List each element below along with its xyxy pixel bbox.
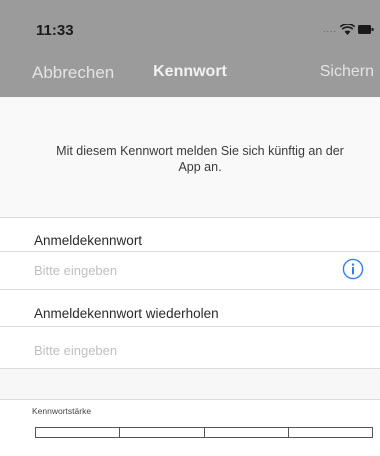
divider — [0, 251, 380, 252]
strength-label: Kennwortstärke — [32, 406, 92, 416]
battery-icon — [358, 24, 374, 34]
strength-segment — [205, 428, 289, 437]
password-input[interactable] — [34, 258, 354, 282]
divider — [0, 326, 380, 327]
save-button[interactable]: Sichern — [320, 63, 374, 81]
strength-segment — [289, 428, 372, 437]
signal-dots: .... — [322, 24, 337, 34]
password-repeat-input[interactable] — [34, 338, 354, 362]
strength-segment — [36, 428, 121, 437]
status-time: 11:33 — [36, 22, 74, 39]
divider — [0, 217, 380, 218]
intro-text: Mit diesem Kennwort melden Sie sich künf… — [56, 144, 344, 174]
divider — [0, 399, 380, 400]
intro-section: Mit diesem Kennwort melden Sie sich künf… — [0, 97, 380, 217]
wifi-icon — [340, 23, 355, 35]
navigation-bar: Abbrechen Kennwort Sichern — [0, 57, 380, 97]
strength-segment — [120, 428, 205, 437]
status-icons: .... — [323, 22, 374, 36]
divider — [0, 289, 380, 290]
info-icon[interactable] — [342, 258, 364, 280]
password-repeat-label: Anmeldekennwort wiederholen — [34, 306, 219, 321]
section-spacer — [0, 369, 380, 399]
password-label: Anmeldekennwort — [34, 233, 143, 248]
password-strength-meter — [35, 427, 373, 438]
status-bar: 11:33 .... — [0, 0, 380, 57]
